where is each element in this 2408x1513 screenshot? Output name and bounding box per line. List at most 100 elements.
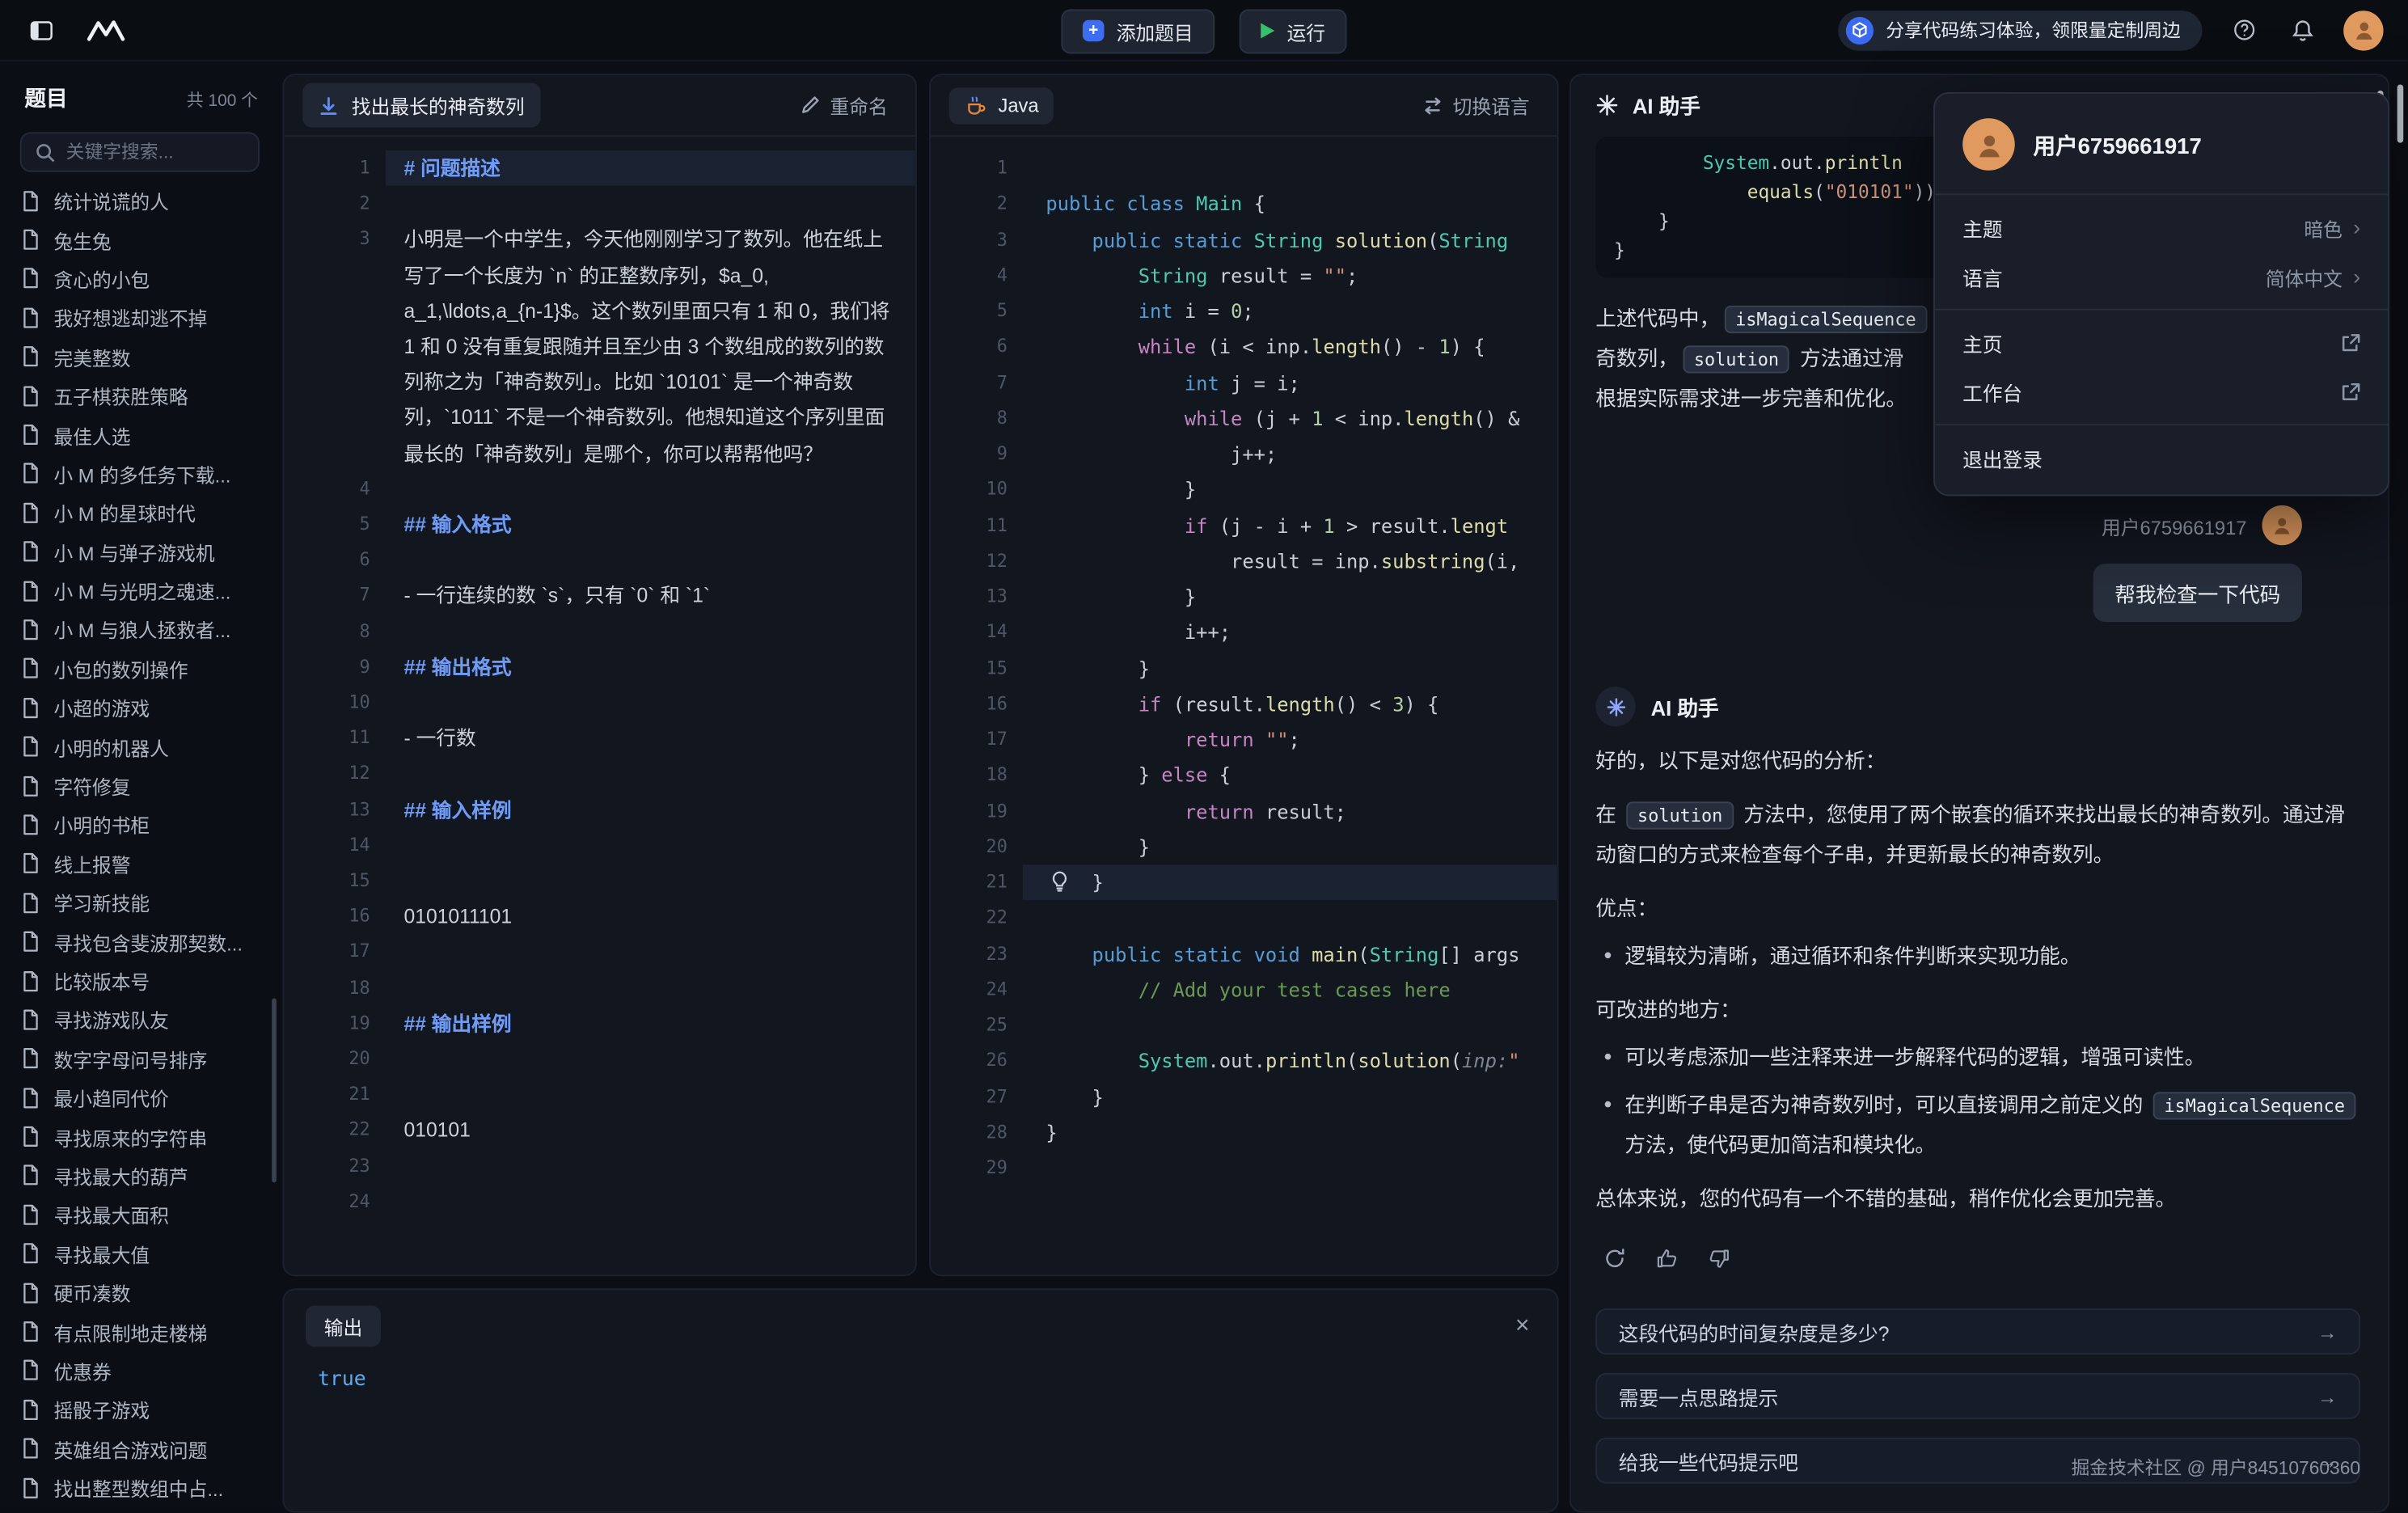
- close-icon[interactable]: ×: [1509, 1314, 1536, 1338]
- app-logo[interactable]: [83, 13, 133, 47]
- help-icon[interactable]: [2227, 13, 2261, 47]
- problem-title-label: 小 M 与狼人拯救者...: [53, 615, 230, 645]
- problem-list-item[interactable]: 有点限制地走楼梯: [0, 1312, 280, 1351]
- problem-list-item[interactable]: 我好想逃却逃不掉: [0, 298, 280, 337]
- menu-item-logout[interactable]: 退出登录: [1935, 433, 2388, 483]
- problem-list-item[interactable]: 小超的游戏: [0, 688, 280, 727]
- menu-divider: [1935, 309, 2388, 311]
- problem-list-item[interactable]: 五子棋获胜策略: [0, 376, 280, 415]
- menu-item-home[interactable]: 主页: [1935, 318, 2388, 367]
- code-line-row: 3 public static String solution(String: [931, 222, 1557, 257]
- code-line-row: 14 i++;: [931, 615, 1557, 650]
- md-line-row: 2: [284, 186, 915, 222]
- problem-list-item[interactable]: 小 M 的星球时代: [0, 493, 280, 532]
- problem-title-label: 小超的游戏: [53, 693, 150, 722]
- notification-bell-icon[interactable]: [2285, 13, 2319, 47]
- problem-list-item[interactable]: 寻找最大的葫芦: [0, 1156, 280, 1195]
- user-avatar[interactable]: [2343, 10, 2383, 49]
- code-line-row: 8 while (j + 1 < inp.length() &: [931, 400, 1557, 436]
- document-icon: [22, 307, 40, 329]
- problem-title-label: 小 M 与光明之魂速...: [53, 576, 230, 605]
- run-button[interactable]: 运行: [1240, 8, 1347, 53]
- code-line: [1023, 900, 1557, 936]
- problem-list-item[interactable]: 寻找包含斐波那契数...: [0, 922, 280, 961]
- rename-button[interactable]: 重命名: [792, 84, 897, 125]
- line-number: 27: [931, 1079, 1023, 1114]
- problem-title-label: 最小趋同代价: [53, 1083, 168, 1112]
- swap-icon: [1422, 96, 1444, 115]
- menu-item-workbench[interactable]: 工作台: [1935, 367, 2388, 416]
- problem-list-item[interactable]: 小 M 的多任务下载...: [0, 454, 280, 493]
- md-line: [386, 863, 915, 898]
- window-scrollbar[interactable]: [2397, 84, 2404, 142]
- code-line-row: 27 }: [931, 1079, 1557, 1114]
- ai-assistant-row: AI 助手: [1595, 687, 2364, 726]
- code-action-lightbulb[interactable]: [1050, 871, 1069, 900]
- problem-list-item[interactable]: 贪心的小包: [0, 260, 280, 298]
- ai-suggestion[interactable]: 需要一点思路提示→: [1595, 1373, 2360, 1419]
- switch-language-button[interactable]: 切换语言: [1413, 84, 1539, 125]
- sidebar-toggle-icon[interactable]: [24, 13, 58, 47]
- menu-item-language[interactable]: 语言 简体中文›: [1935, 251, 2388, 301]
- line-number: 28: [931, 1114, 1023, 1150]
- md-line: [386, 970, 915, 1006]
- sidebar-scrollbar[interactable]: [272, 998, 277, 1182]
- md-line-row: 4: [284, 471, 915, 507]
- problem-list-item[interactable]: 英雄组合游戏问题: [0, 1429, 280, 1468]
- topbar: + 添加题目 运行 分享代码练习体验，领限量定制周边: [0, 0, 2408, 61]
- search-input[interactable]: [66, 142, 244, 163]
- md-line: 010101: [386, 1113, 915, 1148]
- menu-item-theme[interactable]: 主题 暗色›: [1935, 203, 2388, 252]
- problem-list-item[interactable]: 小 M 与狼人拯救者...: [0, 611, 280, 649]
- problem-list-item[interactable]: 完美整数: [0, 337, 280, 376]
- problem-list-item[interactable]: 寻找游戏队友: [0, 1000, 280, 1039]
- line-number: 3: [284, 222, 385, 471]
- problem-list-item[interactable]: 比较版本号: [0, 961, 280, 1000]
- problem-list-item[interactable]: 小明的机器人: [0, 727, 280, 766]
- code-line: while (i < inp.length() - 1) {: [1023, 329, 1557, 365]
- line-number: 21: [931, 864, 1023, 900]
- code-line-row: 5 int i = 0;: [931, 294, 1557, 329]
- problem-list-item[interactable]: 字符修复: [0, 766, 280, 805]
- code-line: int j = i;: [1023, 365, 1557, 400]
- md-line: ## 输入样例: [386, 792, 915, 827]
- md-line-row: 18: [284, 970, 915, 1006]
- problem-list-item[interactable]: 统计说谎的人: [0, 181, 280, 220]
- md-line: [386, 186, 915, 222]
- thumbs-down-icon[interactable]: [1700, 1240, 1737, 1277]
- add-problem-button[interactable]: + 添加题目: [1061, 8, 1215, 53]
- problem-list-item[interactable]: 优惠券: [0, 1351, 280, 1390]
- problem-list-item[interactable]: 小 M 与弹子游戏机: [0, 532, 280, 571]
- language-tab[interactable]: Java: [949, 87, 1054, 124]
- code-line-row: 19 return result;: [931, 793, 1557, 829]
- problem-list-item[interactable]: 小包的数列操作: [0, 649, 280, 688]
- problem-list-item[interactable]: 寻找最大面积: [0, 1195, 280, 1234]
- promo-banner[interactable]: 分享代码练习体验，领限量定制周边: [1838, 10, 2202, 49]
- plus-icon: +: [1083, 20, 1105, 42]
- problem-list-item[interactable]: 硬币凑数: [0, 1273, 280, 1312]
- problem-title-label: 有点限制地走楼梯: [53, 1317, 207, 1346]
- problem-title-label: 寻找最大的葫芦: [53, 1161, 188, 1190]
- problem-list-item[interactable]: 小明的书柜: [0, 805, 280, 844]
- document-icon: [22, 1360, 40, 1382]
- problem-title-label: 寻找最大面积: [53, 1200, 168, 1229]
- problem-list-item[interactable]: 小 M 与光明之魂速...: [0, 571, 280, 610]
- problem-list-item[interactable]: 找出整型数组中占...: [0, 1468, 280, 1507]
- thumbs-up-icon[interactable]: [1648, 1240, 1685, 1277]
- problem-list-item[interactable]: 兔生兔: [0, 220, 280, 259]
- regenerate-icon[interactable]: [1595, 1240, 1633, 1277]
- problem-list-item[interactable]: 寻找原来的字符串: [0, 1117, 280, 1156]
- code-line: [1023, 1008, 1557, 1043]
- code-line-row: 21 }: [931, 864, 1557, 900]
- problem-list-item[interactable]: 寻找最大值: [0, 1234, 280, 1273]
- line-number: 25: [931, 1008, 1023, 1043]
- document-icon: [22, 1048, 40, 1070]
- ai-suggestion[interactable]: 这段代码的时间复杂度是多少?→: [1595, 1308, 2360, 1355]
- md-line: [386, 827, 915, 863]
- problem-list-item[interactable]: 线上报警: [0, 844, 280, 883]
- problem-list-item[interactable]: 数字字母问号排序: [0, 1039, 280, 1078]
- problem-list-item[interactable]: 摇骰子游戏: [0, 1390, 280, 1429]
- problem-list-item[interactable]: 最小趋同代价: [0, 1078, 280, 1117]
- problem-list-item[interactable]: 最佳人选: [0, 415, 280, 454]
- problem-list-item[interactable]: 学习新技能: [0, 883, 280, 922]
